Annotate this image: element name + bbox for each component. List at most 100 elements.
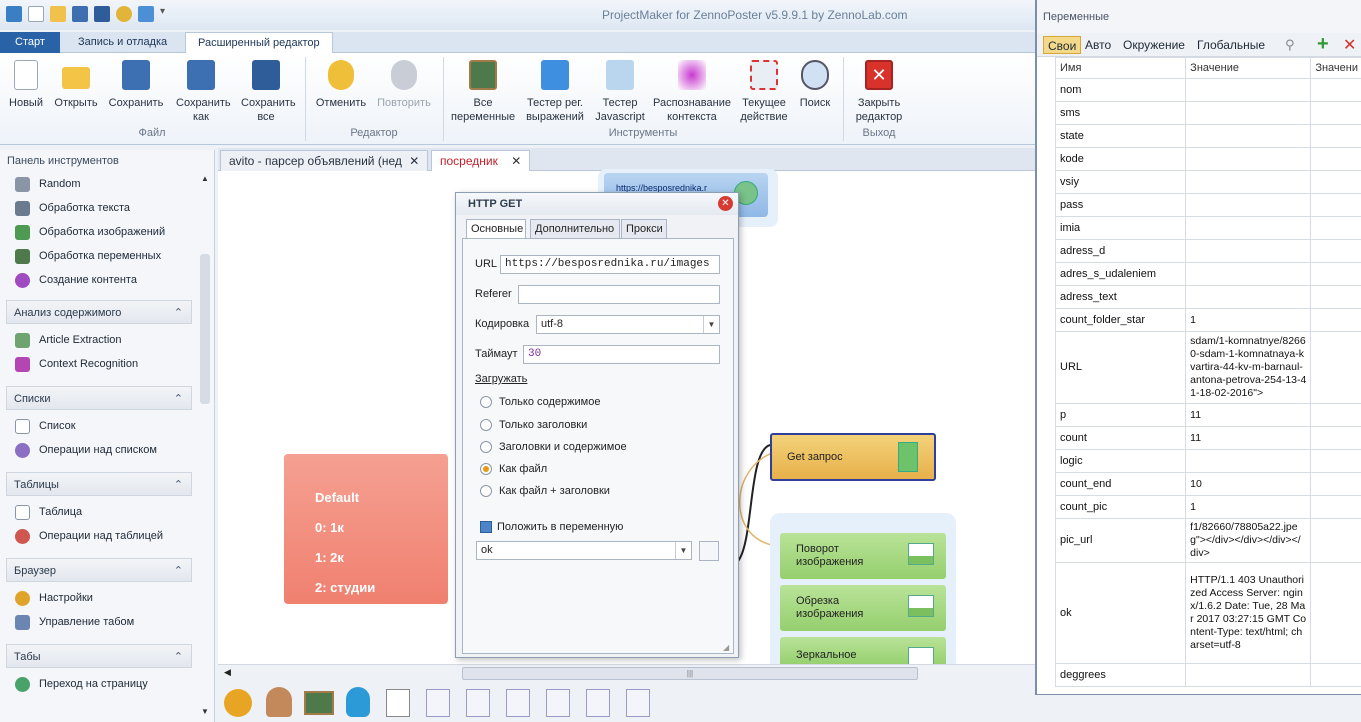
doc-tab-posrednik[interactable]: посредник ✕ xyxy=(431,150,531,171)
variable-name-cell[interactable]: ok xyxy=(1054,562,1187,664)
variable-extra-cell[interactable] xyxy=(1310,331,1361,404)
open-button[interactable]: Открыть xyxy=(50,57,102,110)
variable-value-cell[interactable] xyxy=(1185,449,1312,473)
variable-extra-cell[interactable] xyxy=(1310,562,1361,664)
list-icon[interactable] xyxy=(626,689,650,717)
filter-icon[interactable]: ⚲ xyxy=(1285,37,1295,53)
table-row[interactable]: logic xyxy=(1054,449,1361,473)
scroll-left-icon[interactable]: ◀ xyxy=(224,667,231,678)
radio-as-file[interactable] xyxy=(480,463,492,475)
table-row[interactable]: imia xyxy=(1054,216,1361,240)
tab-auto-vars[interactable]: Авто xyxy=(1081,36,1115,54)
close-icon[interactable]: ✕ xyxy=(409,154,419,168)
collapse-chevron-icon[interactable]: ⌃ xyxy=(174,301,183,325)
variable-name-cell[interactable]: kode xyxy=(1054,147,1187,171)
toolbox-item-article-extraction[interactable]: Article Extraction xyxy=(0,328,214,352)
variable-extra-cell[interactable] xyxy=(1310,449,1361,473)
toolbox-item-variable-processing[interactable]: Обработка переменных xyxy=(0,244,214,268)
variable-name-cell[interactable]: state xyxy=(1054,124,1187,148)
variable-name-cell[interactable]: p xyxy=(1054,403,1187,427)
column-value[interactable]: Значение xyxy=(1185,57,1312,79)
variable-extra-cell[interactable] xyxy=(1310,78,1361,102)
variable-name-cell[interactable]: adres_s_udaleniem xyxy=(1054,262,1187,286)
robot-icon[interactable] xyxy=(346,687,370,717)
table-row[interactable]: adress_text xyxy=(1054,285,1361,309)
table-row[interactable]: deggrees xyxy=(1054,663,1361,687)
tab-additional[interactable]: Дополнительно xyxy=(530,219,620,239)
section-lists[interactable]: Списки ⌃ xyxy=(6,386,192,410)
radio-content-only[interactable] xyxy=(480,396,492,408)
variable-value-cell[interactable] xyxy=(1185,170,1312,194)
section-browser[interactable]: Браузер ⌃ xyxy=(6,558,192,582)
variable-name-cell[interactable]: adress_text xyxy=(1054,285,1187,309)
toolbox-item-random[interactable]: Random xyxy=(0,172,214,196)
variable-extra-cell[interactable] xyxy=(1310,426,1361,450)
variable-value-cell[interactable] xyxy=(1185,78,1312,102)
variable-name-cell[interactable]: vsiy xyxy=(1054,170,1187,194)
table-row[interactable]: p 11 xyxy=(1054,403,1361,427)
toolbox-scrollbar[interactable]: ▲ ▼ xyxy=(200,170,210,718)
toolbox-item-table-operations[interactable]: Операции над таблицей xyxy=(0,524,214,548)
variable-value-cell[interactable] xyxy=(1185,663,1312,687)
section-tabs[interactable]: Табы ⌃ xyxy=(6,644,192,668)
variable-value-cell[interactable] xyxy=(1185,262,1312,286)
context-recognition-button[interactable]: Распознавание контекста xyxy=(650,57,734,124)
list-icon[interactable] xyxy=(546,689,570,717)
toolbox-item-list-operations[interactable]: Операции над списком xyxy=(0,438,214,462)
save-all-icon[interactable] xyxy=(94,6,110,22)
crop-image-block[interactable]: Обрезка изображения xyxy=(780,585,946,631)
undo-button[interactable]: Отменить xyxy=(312,57,370,110)
toolbox-item-text-processing[interactable]: Обработка текста xyxy=(0,196,214,220)
canvas-horizontal-scrollbar[interactable]: ◀ ||| xyxy=(218,664,1036,682)
add-icon[interactable]: + xyxy=(1317,33,1329,56)
close-editor-button[interactable]: ✕ Закрыть редактор xyxy=(850,57,908,124)
save-all-button[interactable]: Сохранить все xyxy=(236,57,296,124)
variable-value-cell[interactable]: HTTP/1.1 403 Unauthorized Access Server:… xyxy=(1185,562,1312,664)
gears-icon[interactable] xyxy=(224,689,252,717)
collapse-chevron-icon[interactable]: ⌃ xyxy=(174,559,183,583)
tab-own-vars[interactable]: Свои xyxy=(1043,36,1082,54)
variable-extra-cell[interactable] xyxy=(1310,663,1361,687)
table-row[interactable]: count_folder_star 1 xyxy=(1054,308,1361,332)
collapse-chevron-icon[interactable]: ⌃ xyxy=(174,473,183,497)
toolbox-item-image-processing[interactable]: Обработка изображений xyxy=(0,220,214,244)
table-row[interactable]: pic_url f1/82660/78805a22.jpeg"></div></d… xyxy=(1054,518,1361,563)
variable-value-cell[interactable]: sdam/1-komnatnye/82660-sdam-1-komnatnaya… xyxy=(1185,331,1312,404)
variable-extra-cell[interactable] xyxy=(1310,285,1361,309)
table-row[interactable]: vsiy xyxy=(1054,170,1361,194)
collapse-chevron-icon[interactable]: ⌃ xyxy=(174,387,183,411)
variable-value-cell[interactable] xyxy=(1185,124,1312,148)
list-icon[interactable] xyxy=(466,689,490,717)
toolbox-item-settings[interactable]: Настройки xyxy=(0,586,214,610)
doc-tab-avito[interactable]: avito - парсер объявлений (нед ✕ xyxy=(220,150,429,171)
variable-name-cell[interactable]: logic xyxy=(1054,449,1187,473)
variable-extra-cell[interactable] xyxy=(1310,147,1361,171)
variable-name-cell[interactable]: nom xyxy=(1054,78,1187,102)
section-tables[interactable]: Таблицы ⌃ xyxy=(6,472,192,496)
toolbox-item-navigate[interactable]: Переход на страницу xyxy=(0,672,214,696)
variable-name-cell[interactable]: count xyxy=(1054,426,1187,450)
variable-name-cell[interactable]: URL xyxy=(1054,331,1187,404)
variable-value-cell[interactable] xyxy=(1185,239,1312,263)
column-name[interactable]: Имя xyxy=(1054,57,1187,79)
toolbox-item-list[interactable]: Список xyxy=(0,414,214,438)
toolbox-item-tab-management[interactable]: Управление табом xyxy=(0,610,214,634)
radio-headers-and-content[interactable] xyxy=(480,441,492,453)
variable-extra-cell[interactable] xyxy=(1310,518,1361,563)
variable-value-cell[interactable]: 1 xyxy=(1185,495,1312,519)
scroll-thumb[interactable]: ||| xyxy=(462,667,918,680)
table-row[interactable]: state xyxy=(1054,124,1361,148)
variable-name-cell[interactable]: pass xyxy=(1054,193,1187,217)
user-icon[interactable] xyxy=(266,687,292,717)
current-action-button[interactable]: Текущее действие xyxy=(736,57,792,124)
tab-start[interactable]: Старт xyxy=(0,32,60,53)
tab-record-debug[interactable]: Запись и отладка xyxy=(66,32,179,53)
table-row[interactable]: URL sdam/1-komnatnye/82660-sdam-1-komnatn… xyxy=(1054,331,1361,404)
dropdown-chevron-icon[interactable]: ▾ xyxy=(160,6,176,22)
redo-button[interactable]: Повторить xyxy=(374,57,434,110)
table-icon[interactable] xyxy=(386,689,410,717)
chevron-down-icon[interactable]: ▼ xyxy=(675,542,691,559)
rotate-image-block[interactable]: Поворот изображения xyxy=(780,533,946,579)
copy-icon[interactable] xyxy=(699,541,719,561)
scroll-thumb[interactable] xyxy=(200,254,210,404)
